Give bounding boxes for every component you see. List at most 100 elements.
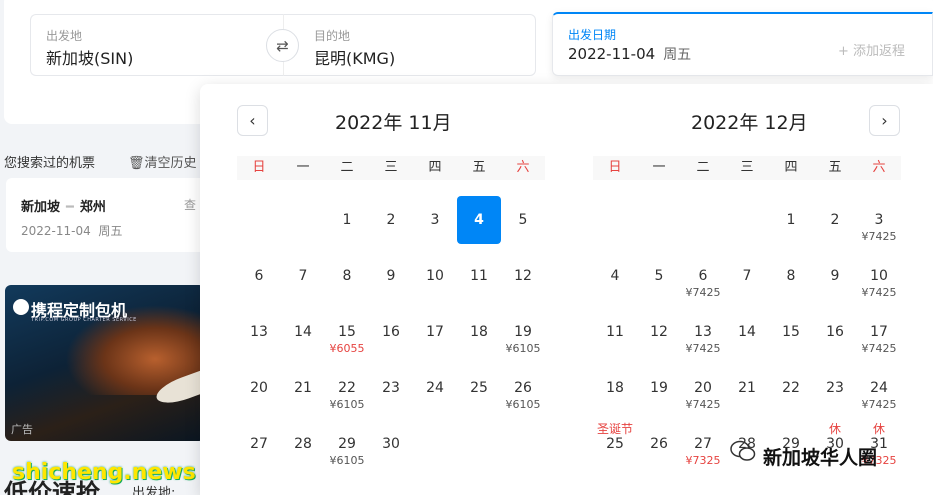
ad-subtitle: TRIP.COM GROUP CHARTER SERVICE [31,317,137,323]
calendar-day[interactable]: 17 ¥7425 [857,308,901,356]
calendar-day[interactable]: 7 [281,252,325,300]
calendar-day[interactable]: 1 [769,196,813,244]
day-number: 3 [874,212,884,228]
calendar-day[interactable]: 23 [813,364,857,412]
calendar-day[interactable]: 9 [369,252,413,300]
day-price: ¥6105 [329,454,365,467]
calendar-day[interactable]: 26 [637,420,681,468]
date-picker: ‹ › 2022年 11月 2022年 12月 日一二三四五六 日一二三四五六 … [200,84,933,495]
day-number: 25 [470,380,488,396]
calendar-day[interactable]: 28 [281,420,325,468]
calendar-day[interactable]: 21 [281,364,325,412]
history-view-link[interactable]: 查 [184,196,196,213]
destination-value: 昆明(KMG) [314,49,396,68]
clear-history-button[interactable]: 🗑清空历史 [128,152,197,171]
calendar-day[interactable]: 24 [413,364,457,412]
calendar-day[interactable]: 8 [325,252,369,300]
calendar-day[interactable]: 15 ¥6055 [325,308,369,356]
calendar-day[interactable]: 2 [813,196,857,244]
destination-field[interactable]: 目的地 昆明(KMG) [283,14,536,76]
calendar-day[interactable]: 6 [237,252,281,300]
calendar-day[interactable]: 23 [369,364,413,412]
calendar-day[interactable]: 13 ¥7425 [681,308,725,356]
calendar-day[interactable]: 21 [725,364,769,412]
day-number: 24 [870,380,888,396]
calendar-day[interactable]: 20 ¥7425 [681,364,725,412]
calendar-day[interactable]: 16 [369,308,413,356]
destination-label: 目的地 [314,29,351,43]
site-watermark: shicheng.news [12,460,196,485]
day-number: 30 [382,436,400,452]
day-price: ¥7425 [861,342,897,355]
calendar-day[interactable]: 16 [813,308,857,356]
calendar-day[interactable]: 11 [457,252,501,300]
day-number: 17 [870,324,888,340]
calendar-day[interactable]: 30 [369,420,413,468]
day-number: 20 [694,380,712,396]
calendar-day[interactable]: 2 [369,196,413,244]
calendar-day[interactable]: 7 [725,252,769,300]
day-price: ¥7325 [685,454,721,467]
calendar-day[interactable]: 14 [725,308,769,356]
day-number: 13 [250,324,268,340]
departure-field[interactable]: 出发地 新加坡(SIN) [30,14,284,76]
calendar-day[interactable]: 4 [593,252,637,300]
prev-month-button[interactable]: ‹ [237,105,268,136]
calendar-day[interactable]: 18 [593,364,637,412]
day-number: 12 [650,324,668,340]
history-date-text: 2022-11-04 [21,224,91,238]
weekday-label: 一 [296,160,310,175]
swap-cities-button[interactable]: ⇄ [266,29,299,62]
day-price: ¥7425 [861,398,897,411]
calendar-day[interactable]: 11 [593,308,637,356]
calendar-day[interactable]: 20 [237,364,281,412]
calendar-day[interactable]: 27 ¥7325 [681,420,725,468]
calendar-day[interactable]: 4 [457,196,501,244]
calendar-day[interactable]: 5 [637,252,681,300]
calendar-day[interactable]: 22 [769,364,813,412]
ad-banner[interactable]: 携程定制包机 TRIP.COM GROUP CHARTER SERVICE 广告 [5,285,205,441]
day-price: ¥7425 [861,230,897,243]
calendar-day[interactable]: 圣诞节 25 [593,420,637,468]
weekday-header: 日一二三四五六 [593,156,901,180]
calendar-day[interactable]: 29 ¥6105 [325,420,369,468]
calendar-day[interactable]: 27 [237,420,281,468]
calendar-day[interactable]: 10 ¥7425 [857,252,901,300]
next-month-button[interactable]: › [869,105,900,136]
holiday-label: 圣诞节 [596,422,633,436]
weekday-label: 四 [784,160,798,175]
calendar-day[interactable]: 1 [325,196,369,244]
calendar-day[interactable]: 17 [413,308,457,356]
history-item[interactable]: 新加坡 ━ 郑州 2022-11-04 周五 查 [6,178,206,252]
day-number: 2 [386,212,396,228]
calendar-day[interactable]: 6 ¥7425 [681,252,725,300]
calendar-day[interactable]: 5 [501,196,545,244]
calendar-day[interactable]: 3 ¥7425 [857,196,901,244]
calendar-day[interactable]: 24 ¥7425 [857,364,901,412]
calendar-day[interactable]: 12 [501,252,545,300]
calendar-day[interactable]: 19 ¥6105 [501,308,545,356]
calendar-day[interactable]: 25 [457,364,501,412]
calendar-day[interactable]: 15 [769,308,813,356]
day-number: 14 [294,324,312,340]
day-number: 13 [694,324,712,340]
day-number: 10 [426,268,444,284]
calendar-day[interactable]: 18 [457,308,501,356]
day-number: 16 [826,324,844,340]
departure-date-field[interactable]: 出发日期 2022-11-04 周五 + 添加返程 [552,12,933,76]
weekday-label: 五 [472,160,486,175]
calendar-day[interactable]: 13 [237,308,281,356]
swap-icon: ⇄ [276,36,289,55]
day-number: 1 [342,212,352,228]
calendar-day[interactable]: 26 ¥6105 [501,364,545,412]
day-number: 7 [298,268,308,284]
calendar-day[interactable]: 12 [637,308,681,356]
calendar-day[interactable]: 3 [413,196,457,244]
calendar-day[interactable]: 22 ¥6105 [325,364,369,412]
calendar-day[interactable]: 10 [413,252,457,300]
add-return-button[interactable]: + 添加返程 [838,40,905,59]
calendar-day[interactable]: 19 [637,364,681,412]
calendar-day[interactable]: 9 [813,252,857,300]
calendar-day[interactable]: 14 [281,308,325,356]
calendar-day[interactable]: 8 [769,252,813,300]
